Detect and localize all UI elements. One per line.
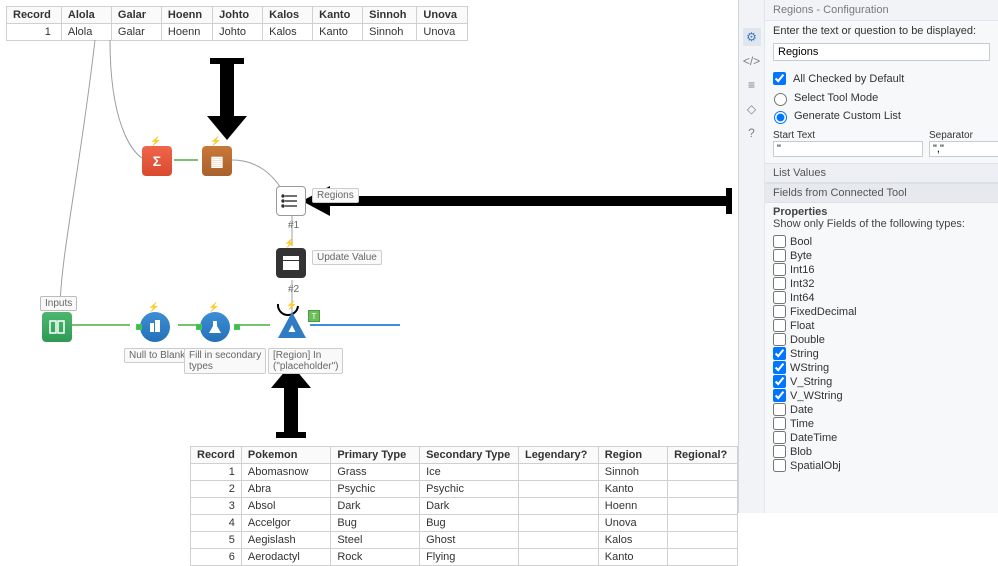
field-type-time[interactable]: Time bbox=[773, 417, 990, 430]
separator-input[interactable] bbox=[929, 141, 998, 157]
code-icon[interactable]: </> bbox=[743, 52, 761, 70]
bottom-table-header: Primary Type bbox=[331, 447, 420, 464]
inputs-label: Inputs bbox=[40, 296, 77, 311]
bottom-table-header: Pokemon bbox=[241, 447, 330, 464]
field-type-date[interactable]: Date bbox=[773, 403, 990, 416]
separator-label: Separator bbox=[929, 130, 998, 141]
bottom-table-header: Secondary Type bbox=[420, 447, 519, 464]
help-icon[interactable]: ? bbox=[743, 124, 761, 142]
table-row[interactable]: 5AegislashSteelGhostKalos bbox=[191, 532, 738, 549]
top-table-header: Record bbox=[7, 7, 62, 24]
top-table-header: Alola bbox=[61, 7, 111, 24]
hash1-label: #1 bbox=[288, 220, 299, 231]
null-to-blank-tool[interactable] bbox=[140, 312, 170, 342]
table-row[interactable]: 3AbsolDarkDarkHoenn bbox=[191, 498, 738, 515]
listbox-label: Regions bbox=[312, 188, 359, 203]
gear-icon[interactable]: ⚙ bbox=[743, 28, 761, 46]
prompt-label: Enter the text or question to be display… bbox=[765, 21, 998, 39]
filter-true-anchor[interactable]: T bbox=[308, 310, 320, 322]
start-text-label: Start Text bbox=[773, 130, 923, 141]
workflow-canvas[interactable]: RecordAlolaGalarHoennJohtoKalosKantoSinn… bbox=[0, 0, 738, 513]
bottom-data-table: RecordPokemonPrimary TypeSecondary TypeL… bbox=[190, 446, 738, 566]
formula-label: Fill in secondary types bbox=[184, 348, 266, 374]
properties-head: Properties bbox=[765, 203, 998, 218]
formula-tool[interactable] bbox=[200, 312, 230, 342]
hash2-label: #2 bbox=[288, 284, 299, 295]
top-table-header: Kalos bbox=[263, 7, 313, 24]
top-data-table: RecordAlolaGalarHoennJohtoKalosKantoSinn… bbox=[6, 6, 468, 41]
svg-text:▲: ▲ bbox=[286, 321, 298, 335]
field-type-fixeddecimal[interactable]: FixedDecimal bbox=[773, 305, 990, 318]
field-type-list: BoolByteInt16Int32Int64FixedDecimalFloat… bbox=[765, 233, 998, 476]
filter-tool[interactable]: ▲ bbox=[276, 310, 308, 343]
summarize-tool[interactable]: Σ bbox=[142, 146, 172, 176]
tag-icon[interactable]: ◇ bbox=[743, 100, 761, 118]
config-panel: ⚙ </> ≡ ◇ ? Regions - Configuration Ente… bbox=[738, 0, 998, 513]
list-icon[interactable]: ≡ bbox=[743, 76, 761, 94]
field-type-string[interactable]: String bbox=[773, 347, 990, 360]
crosstab-tool[interactable]: ▦ bbox=[202, 146, 232, 176]
fields-connected-head: Fields from Connected Tool bbox=[765, 183, 998, 203]
start-text-input[interactable] bbox=[773, 141, 923, 157]
table-row[interactable]: 6AerodactylRockFlyingKanto bbox=[191, 549, 738, 566]
top-table-header: Hoenn bbox=[161, 7, 212, 24]
field-type-wstring[interactable]: WString bbox=[773, 361, 990, 374]
field-type-int32[interactable]: Int32 bbox=[773, 277, 990, 290]
list-values-head: List Values bbox=[765, 163, 998, 183]
top-table-header: Kanto bbox=[313, 7, 363, 24]
filter-label: [Region] In ("placeholder") bbox=[268, 348, 343, 374]
action-label: Update Value bbox=[312, 250, 382, 265]
bottom-table-header: Record bbox=[191, 447, 242, 464]
panel-title: Regions - Configuration bbox=[765, 0, 998, 21]
table-row[interactable]: 1AbomasnowGrassIceSinnoh bbox=[191, 464, 738, 481]
field-type-int16[interactable]: Int16 bbox=[773, 263, 990, 276]
field-type-blob[interactable]: Blob bbox=[773, 445, 990, 458]
table-row[interactable]: 1AlolaGalarHoennJohtoKalosKantoSinnohUno… bbox=[7, 24, 468, 41]
generate-custom-radio[interactable]: Generate Custom List bbox=[769, 108, 990, 124]
top-table-header: Sinnoh bbox=[363, 7, 417, 24]
panel-icon-strip: ⚙ </> ≡ ◇ ? bbox=[739, 0, 765, 513]
table-row[interactable]: 2AbraPsychicPsychicKanto bbox=[191, 481, 738, 498]
bottom-table-header: Regional? bbox=[668, 447, 738, 464]
field-type-double[interactable]: Double bbox=[773, 333, 990, 346]
top-table-header: Unova bbox=[417, 7, 468, 24]
table-row[interactable]: 4AccelgorBugBugUnova bbox=[191, 515, 738, 532]
all-checked-checkbox[interactable]: All Checked by Default bbox=[769, 69, 990, 88]
field-type-datetime[interactable]: DateTime bbox=[773, 431, 990, 444]
field-type-bool[interactable]: Bool bbox=[773, 235, 990, 248]
top-table-header: Johto bbox=[213, 7, 263, 24]
field-type-v_string[interactable]: V_String bbox=[773, 375, 990, 388]
top-table-header: Galar bbox=[111, 7, 161, 24]
field-type-int64[interactable]: Int64 bbox=[773, 291, 990, 304]
null-to-blank-label: Null to Blank bbox=[124, 348, 190, 363]
field-type-float[interactable]: Float bbox=[773, 319, 990, 332]
listbox-tool[interactable] bbox=[276, 186, 306, 216]
inputs-macro[interactable] bbox=[42, 312, 72, 342]
bottom-table-header: Legendary? bbox=[518, 447, 598, 464]
bottom-table-header: Region bbox=[598, 447, 667, 464]
field-type-byte[interactable]: Byte bbox=[773, 249, 990, 262]
select-tool-radio[interactable]: Select Tool Mode bbox=[769, 90, 990, 106]
action-tool[interactable] bbox=[276, 248, 306, 278]
field-type-spatialobj[interactable]: SpatialObj bbox=[773, 459, 990, 472]
prompt-input[interactable] bbox=[773, 43, 990, 61]
show-only-label: Show only Fields of the following types: bbox=[765, 218, 998, 233]
field-type-v_wstring[interactable]: V_WString bbox=[773, 389, 990, 402]
